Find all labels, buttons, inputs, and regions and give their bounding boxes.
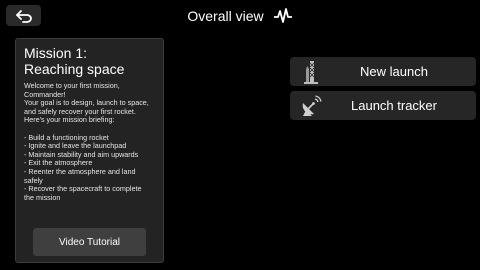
- header: Overall view: [0, 5, 480, 26]
- mission-title: Mission 1: Reaching space: [24, 45, 155, 77]
- mission-intro: Welcome to your first mission, Commander…: [24, 81, 149, 125]
- activity-pulse-icon: [273, 7, 292, 23]
- new-launch-label: New launch: [360, 64, 428, 79]
- launch-tracker-label: Launch tracker: [351, 98, 437, 113]
- mission-card: Mission 1: Reaching space Welcome to you…: [15, 38, 164, 263]
- launch-tower-icon: [298, 59, 324, 85]
- briefing-item: - Recover the spacecraft to complete the…: [24, 184, 142, 202]
- new-launch-button[interactable]: New launch: [290, 57, 476, 86]
- launch-tracker-button[interactable]: Launch tracker: [290, 91, 476, 120]
- video-tutorial-button[interactable]: Video Tutorial: [33, 228, 146, 256]
- page-title: Overall view: [187, 7, 264, 24]
- briefing-item: - Reenter the atmosphere and land safely: [24, 166, 136, 185]
- mission-number: Mission 1:: [24, 45, 88, 61]
- mission-briefing-list: - Build a functioning rocket - Ignite an…: [24, 133, 155, 203]
- satellite-dish-icon: [298, 93, 324, 119]
- mission-name: Reaching space: [24, 61, 125, 77]
